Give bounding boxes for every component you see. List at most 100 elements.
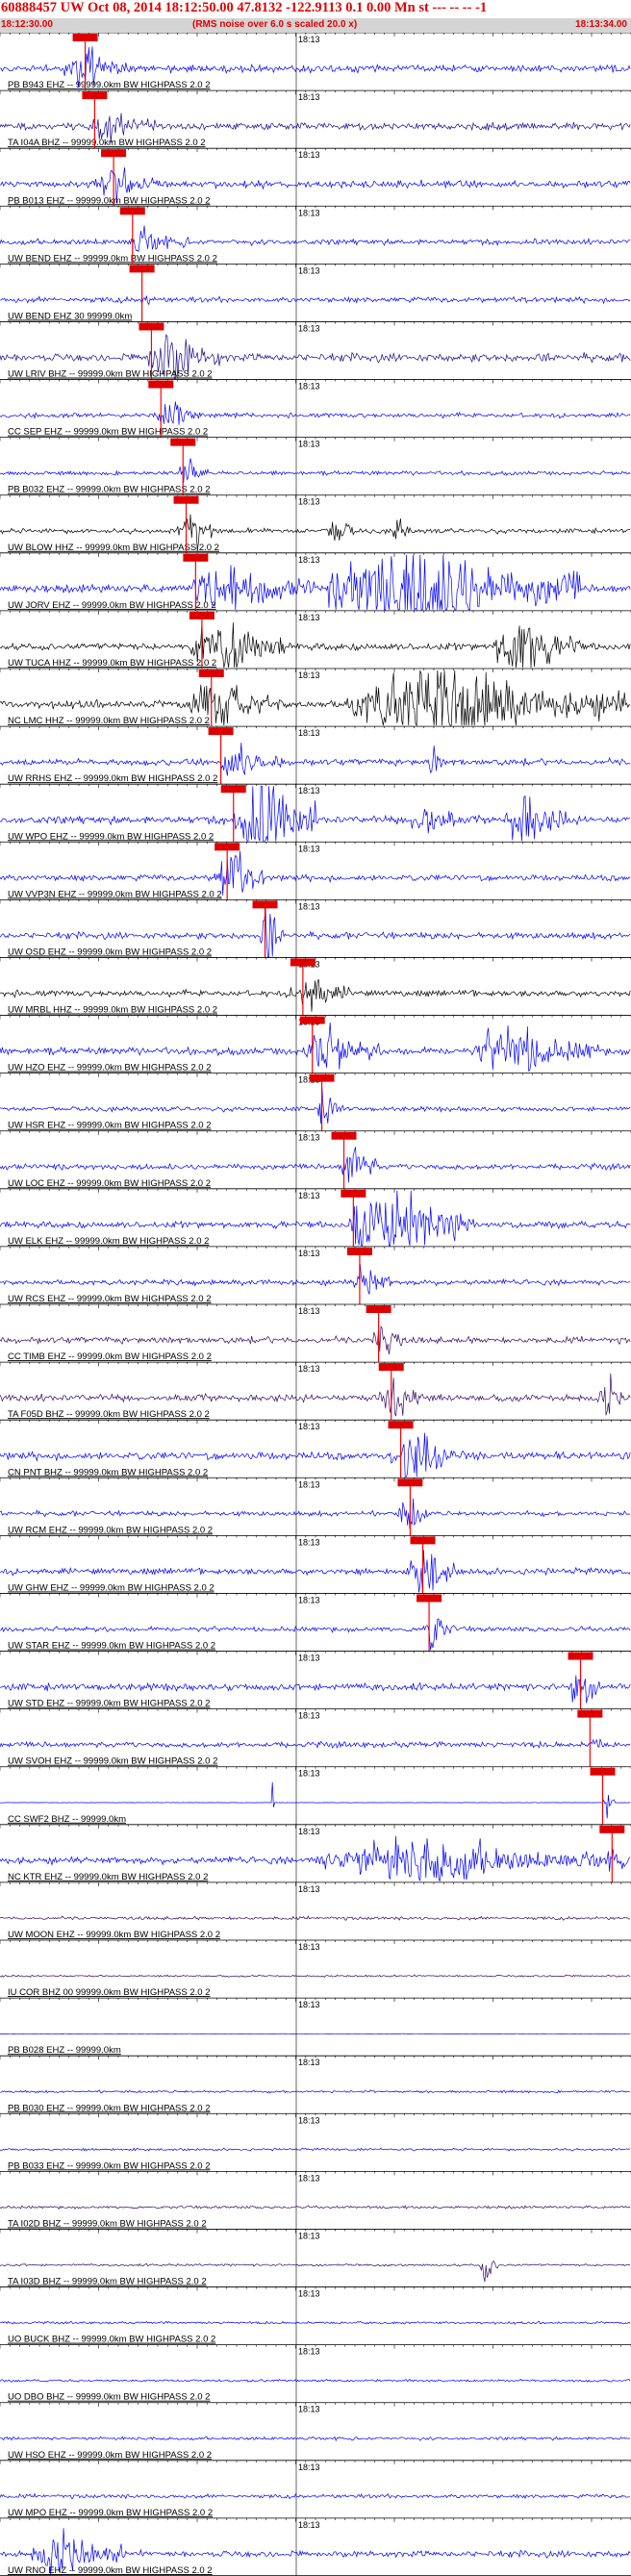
station-label: PB B030 EHZ -- 99999.0km BW HIGHPASS 2.0… [8, 2103, 211, 2113]
station-label: IU COR BHZ 00 99999.0km BW HIGHPASS 2.0 … [8, 1987, 210, 1998]
minute-label: 18:13 [298, 2000, 320, 2009]
minute-label: 18:13 [298, 1364, 320, 1374]
minute-label: 18:13 [298, 440, 320, 449]
waveform-trace [0, 1781, 631, 1819]
station-label: UW MRBL HHZ -- 99999.0km BW HIGHPASS 2.0… [8, 1005, 217, 1016]
waveform-trace [0, 458, 631, 483]
waveform-trace [0, 401, 631, 425]
station-label: NC KTR EHZ -- 99999.0km BW HIGHPASS 2.0 … [8, 1872, 208, 1882]
pick-marker [346, 1247, 372, 1255]
minute-label: 18:13 [298, 1191, 320, 1200]
pick-marker [416, 1594, 442, 1603]
minute-label: 18:13 [298, 1827, 320, 1836]
minute-label: 18:13 [298, 1479, 320, 1489]
minute-label: 18:13 [298, 2115, 320, 2125]
station-label: UW WPO EHZ -- 99999.0km BW HIGHPASS 2.0 … [8, 831, 214, 842]
pick-marker [189, 611, 215, 619]
station-label: PB B943 EHZ -- 99999.0km BW HIGHPASS 2.0… [8, 80, 211, 90]
station-label: UW HZO EHZ -- 99999.0km BW HIGHPASS 2.0 … [8, 1063, 212, 1073]
minute-label: 18:13 [298, 1537, 320, 1547]
pick-marker [388, 1421, 414, 1429]
minute-label: 18:13 [298, 786, 320, 796]
pick-marker [568, 1652, 593, 1660]
waveform-trace [0, 2492, 631, 2500]
pick-marker [590, 1767, 616, 1776]
minute-label: 18:13 [298, 613, 320, 622]
minute-label: 18:13 [298, 555, 320, 565]
pick-marker [599, 1825, 625, 1833]
minute-label: 18:13 [298, 1249, 320, 1258]
pick-marker [252, 900, 278, 909]
pick-marker [119, 207, 145, 215]
station-label: CN PNT BHZ -- 99999.0km BW HIGHPASS 2.0 … [8, 1467, 208, 1477]
minute-label: 18:13 [298, 1711, 320, 1721]
station-label: NC LMC HHZ -- 99999.0km BW HIGHPASS 2.0 … [8, 716, 210, 726]
station-label: UW STD EHZ -- 99999.0km BW HIGHPASS 2.0 … [8, 1699, 210, 1709]
station-label: TA I04A BHZ -- 99999.0km BW HIGHPASS 2.0… [8, 138, 206, 148]
pick-marker [290, 958, 316, 967]
station-label: PB B028 EHZ -- 99999.0km [8, 2045, 121, 2056]
pick-marker [220, 785, 246, 794]
pick-marker [341, 1189, 366, 1198]
waveform-trace [0, 2320, 631, 2325]
minute-label: 18:13 [298, 728, 320, 738]
pick-marker [101, 149, 127, 158]
station-label: TA F05D BHZ -- 99999.0km BW HIGHPASS 2.0… [8, 1409, 210, 1420]
station-label: UW LRIV BHZ -- 99999.0km BW HIGHPASS 2.0… [8, 369, 213, 380]
minute-label: 18:13 [298, 844, 320, 853]
station-label: UW BLOW HHZ -- 99999.0km BW HIGHPASS 2.0… [8, 543, 219, 553]
minute-label: 18:13 [298, 2289, 320, 2299]
station-label: UW RCM EHZ -- 99999.0km BW HIGHPASS 2.0 … [8, 1525, 213, 1535]
pick-marker [410, 1536, 436, 1545]
station-label: TA I03D BHZ -- 99999.0km BW HIGHPASS 2.0… [8, 2277, 207, 2287]
record-header: 60888457 UW Oct 08, 2014 18:12:50.00 47.… [0, 0, 631, 33]
station-label: UW BEND EHZ -- 99999.0km BW HIGHPASS 2.0… [8, 253, 217, 264]
waveform-trace [0, 2378, 631, 2383]
waveform-trace [0, 225, 631, 252]
pick-marker [366, 1305, 391, 1313]
minute-label: 18:13 [298, 150, 320, 160]
station-label: UW LOC EHZ -- 99999.0km BW HIGHPASS 2.0 … [8, 1178, 211, 1189]
minute-label: 18:13 [298, 901, 320, 911]
minute-label: 18:13 [298, 1942, 320, 1952]
pick-marker [173, 495, 199, 504]
start-time: 18:12:30.00 [1, 19, 53, 30]
station-label: CC SWF2 BHZ -- 99999.0km [8, 1814, 126, 1825]
minute-label: 18:13 [298, 2347, 320, 2357]
pick-marker [170, 438, 196, 446]
minute-label: 18:13 [298, 2173, 320, 2183]
station-label: UW MPO EHZ -- 99999.0km BW HIGHPASS 2.0 … [8, 2508, 213, 2518]
waveform-trace [0, 1087, 631, 1124]
station-label: UW VVP3N EHZ -- 99999.0km BW HIGHPASS 2.… [8, 889, 222, 899]
pick-marker [129, 265, 155, 273]
waveform-trace [0, 2436, 631, 2442]
minute-label: 18:13 [298, 1422, 320, 1431]
pick-marker [208, 727, 234, 736]
minute-label: 18:13 [298, 670, 320, 680]
station-label: PB B033 EHZ -- 99999.0km BW HIGHPASS 2.0… [8, 2160, 211, 2171]
minute-label: 18:13 [298, 382, 320, 391]
minute-label: 18:13 [298, 208, 320, 217]
waveform-trace [0, 2205, 631, 2210]
waveform-trace [0, 2089, 631, 2094]
minute-label: 18:13 [298, 323, 320, 333]
rms-note: (RMS noise over 6.0 s scaled 20.0 x) [192, 19, 358, 30]
station-label: UW STAR EHZ -- 99999.0km BW HIGHPASS 2.0… [8, 1641, 215, 1652]
pick-marker [309, 1073, 335, 1082]
station-label: UO DBO BHZ -- 99999.0km BW HIGHPASS 2.0 … [8, 2392, 210, 2403]
station-label: PB B032 EHZ -- 99999.0km BW HIGHPASS 2.0… [8, 485, 211, 495]
waveform-trace [0, 1264, 631, 1295]
minute-label: 18:13 [298, 1654, 320, 1663]
pick-marker [397, 1478, 423, 1487]
pick-marker [215, 843, 240, 851]
minute-label: 18:13 [298, 2405, 320, 2414]
station-label: UW RRHS EHZ -- 99999.0km BW HIGHPASS 2.0… [8, 773, 217, 784]
station-label: UW MOON EHZ -- 99999.0km BW HIGHPASS 2.0… [8, 1930, 220, 1940]
pick-marker [72, 34, 98, 41]
pick-marker [198, 669, 224, 677]
station-label: UW JORV EHZ -- 99999.0km BW HIGHPASS 2.0… [8, 600, 216, 611]
minute-label: 18:13 [298, 92, 320, 102]
pick-marker [577, 1709, 603, 1718]
pick-marker [139, 322, 164, 331]
waveform-trace [0, 1325, 631, 1355]
